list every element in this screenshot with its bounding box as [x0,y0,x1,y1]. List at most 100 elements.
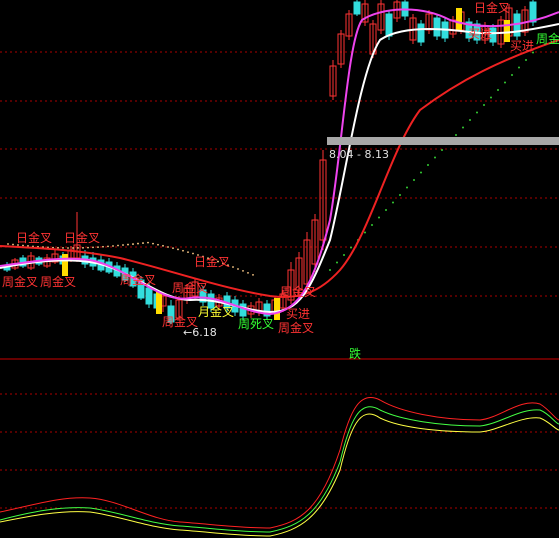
guide-dot [137,242,139,245]
annotation-label: 日金叉 [194,255,231,269]
ma-magenta-line [0,8,559,316]
guide-dot [252,273,254,276]
candle-body [353,1,361,15]
guide-dot [497,89,499,91]
guide-dot [392,201,394,204]
highlight-bar [456,8,462,30]
guide-dot [182,249,184,252]
guide-dot [329,269,331,271]
guide-dot [483,104,485,106]
price-range-label: 8.04 - 8.13 [329,148,389,161]
guide-dot [152,242,154,245]
guide-dot [132,243,134,245]
oscillator-lines [0,397,559,537]
candle-body [239,303,247,317]
guide-dot [157,243,159,246]
guide-dot [117,244,119,247]
guide-dot [232,266,234,268]
guide-dot [490,96,492,99]
annotation-label: 周金叉 [278,321,315,335]
guide-dot [242,270,244,272]
guide-dot [67,247,69,249]
guide-dot [371,224,373,226]
grid-lines [0,51,559,509]
ma-white-line [0,23,559,314]
chart-canvas [0,0,559,537]
candlestick-series [3,0,537,324]
guide-dot [504,81,506,84]
annotation-label: 日金叉 [16,231,53,245]
guide-dot [455,134,457,136]
guide-dot [427,164,429,166]
guide-dot [434,156,436,159]
annotation-label: 月金叉 [198,305,235,319]
guide-dot [97,246,99,249]
annotation-label: 日金叉 [474,1,511,15]
guide-dot [364,231,366,234]
annotation-label: 周金叉 [2,275,39,289]
guide-dot [469,119,471,121]
signal-label: 跌 [349,347,362,361]
guide-dot [147,241,149,244]
guide-dot [237,268,239,270]
candle-body [145,287,153,305]
guide-dot [406,186,408,189]
highlight-bar [274,298,280,320]
candle-body [417,23,425,43]
annotation-label: 买进 [510,39,535,53]
guide-dot [172,247,174,250]
price-range-bar [327,137,559,145]
guide-dot [350,246,352,249]
stock-chart-window: { "chart_data": { "type": "line", "title… [0,0,559,538]
guide-dot [247,271,249,274]
guide-dot [57,246,59,249]
guide-dot [102,245,104,248]
guide-dot [441,149,443,151]
guide-dot [142,242,144,244]
oscillator-yellow-line [0,413,559,537]
annotation-label: 周金叉 [40,275,77,289]
annotation-label: 买进 [468,27,493,41]
guide-dot [518,66,520,69]
guide-dot [107,245,109,248]
guide-dot [378,216,380,219]
oscillator-green-line [0,406,559,533]
guide-dot [462,126,464,129]
guide-dot [525,59,527,61]
guide-dot [122,244,124,246]
guide-dot [343,254,345,256]
guide-dot [420,171,422,174]
guide-dot [127,243,129,246]
guide-dot [72,247,74,249]
guide-dot [385,209,387,211]
annotation-label: 日金叉 [64,231,101,245]
guide-dot [187,251,189,253]
guide-dot [177,248,179,251]
guide-dot [62,247,64,249]
guide-dot [77,247,79,249]
guide-dot [476,111,478,114]
annotation-label: 周金叉 [280,285,317,299]
candle-body [529,1,537,23]
guide-dot [12,243,14,246]
annotation-label: 周金叉 [120,273,157,287]
annotation-label: 周金叉 [172,281,209,295]
annotation-label: 周死叉 [238,317,275,331]
highlight-bar [156,292,162,314]
guide-dot [162,244,164,247]
guide-dot [399,194,401,196]
guide-dot [82,246,84,249]
candle-body [385,13,393,37]
guide-dot [112,245,114,247]
guide-dot [7,243,9,245]
guide-dot [413,179,415,181]
guide-dot [92,246,94,249]
guide-dot [511,74,513,76]
guide-dot [336,261,338,264]
annotation-label: 周金叉 [536,32,559,46]
moving-average-lines [0,8,559,316]
candle-body [433,17,441,37]
guide-dot [87,246,89,249]
annotation-label: 周金叉 [162,315,199,329]
guide-dot [167,246,169,248]
